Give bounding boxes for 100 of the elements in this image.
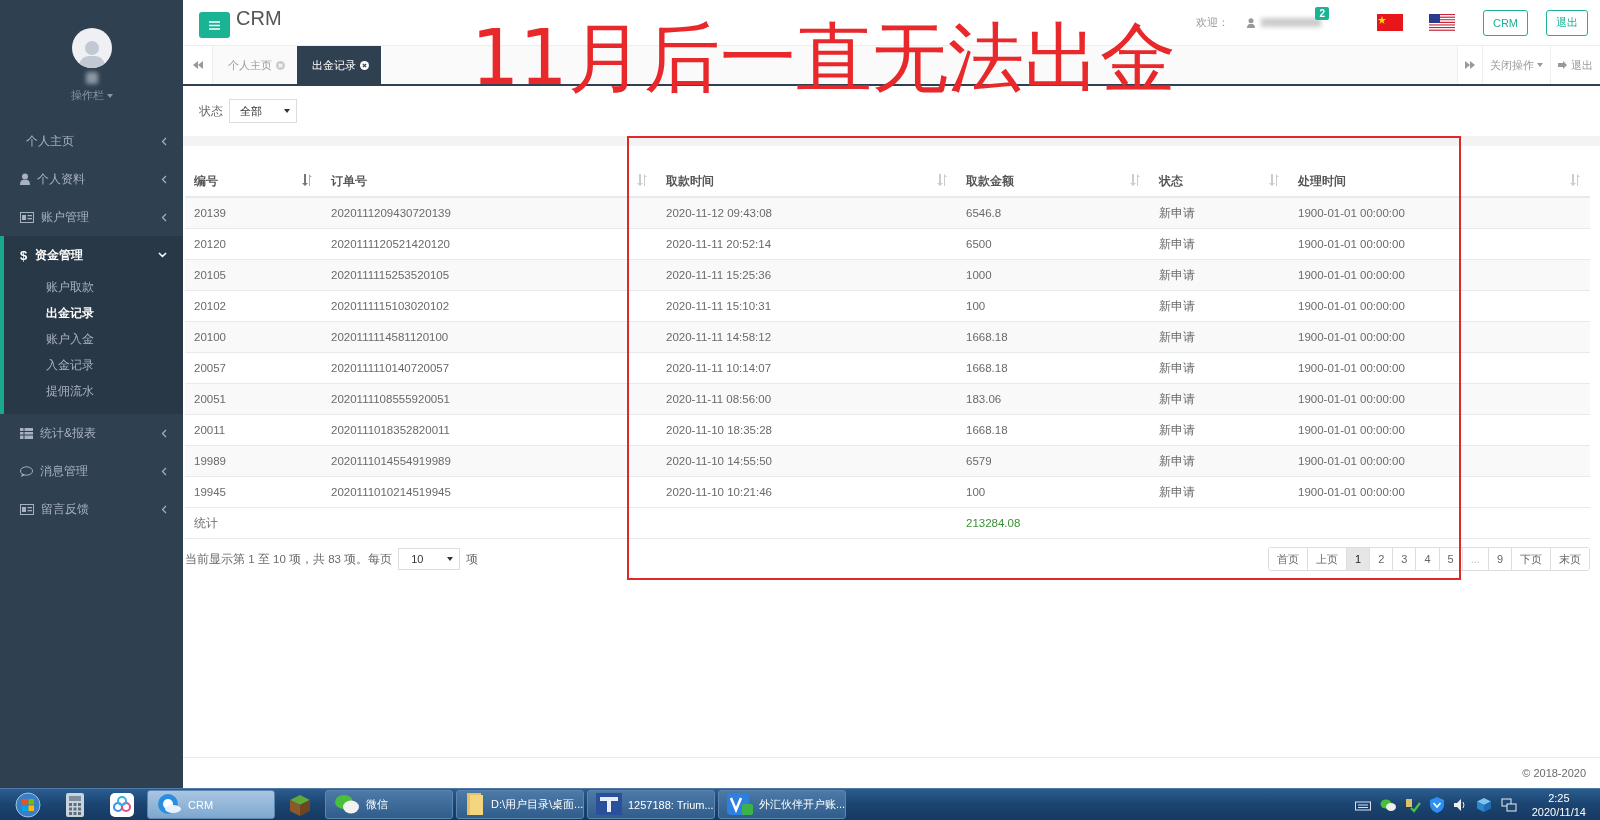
calculator-icon[interactable] [66, 792, 84, 817]
table-cell: 2020-11-11 14:58:12 [657, 322, 957, 353]
taskbar-button[interactable]: 微信 [325, 790, 453, 819]
scroll-left-button[interactable] [183, 46, 213, 84]
double-right-arrow-icon [1465, 61, 1475, 69]
table-cell: 2020-11-10 14:55:50 [657, 446, 957, 477]
table-cell: 2020-11-11 15:25:36 [657, 260, 957, 291]
grass-block-icon[interactable] [288, 792, 312, 817]
double-left-arrow-icon [192, 61, 203, 69]
blurred-name [85, 72, 98, 84]
pagination-suffix: 项 [466, 551, 479, 567]
sign-out-icon [1558, 61, 1568, 69]
menu-item[interactable]: 留言反馈 [0, 490, 183, 528]
user-menu[interactable]: 操作栏 [70, 88, 104, 103]
close-icon[interactable] [360, 60, 369, 70]
page-button[interactable]: 1 [1346, 548, 1370, 570]
pagination-info: 当前显示第 1 至 10 项，共 83 项。每页 [185, 551, 393, 567]
menu-item[interactable]: 账户管理 [0, 198, 183, 236]
browser-icon [156, 792, 182, 815]
annotation-text: 11月后一直无法出金 [471, 20, 1176, 96]
table-cell: 20051 [185, 384, 322, 415]
menu-item[interactable]: 消息管理 [0, 452, 183, 490]
sort-icon [1570, 174, 1580, 186]
page-button[interactable]: 末页 [1550, 548, 1589, 570]
chevron-left-icon [161, 466, 167, 476]
sort-icon [302, 174, 312, 186]
user-icon [20, 173, 30, 185]
logout-button[interactable]: 退出 [1550, 46, 1600, 84]
table-cell: 新申请 [1150, 446, 1289, 477]
close-menu-button[interactable]: 关闭操作 [1482, 46, 1550, 84]
table-cell: 20100 [185, 322, 322, 353]
notification-badge: 2 [1315, 6, 1329, 20]
taskbar-button[interactable]: 外汇伙伴开户账... [718, 790, 846, 819]
app-logo-icon [596, 792, 622, 815]
table-cell: 20139 [185, 198, 322, 229]
table-icon [20, 427, 33, 439]
table-cell: 1900-01-01 00:00:00 [1289, 322, 1590, 353]
china-flag-icon[interactable] [1376, 14, 1403, 31]
table-cell: 1900-01-01 00:00:00 [1289, 384, 1590, 415]
dollar-icon: $ [20, 247, 28, 263]
start-button[interactable] [15, 791, 41, 818]
caret-icon [106, 93, 113, 98]
us-flag-icon[interactable] [1428, 14, 1455, 31]
table-cell: 2020111209430720139 [322, 198, 657, 229]
menu-item[interactable]: 统计&报表 [0, 414, 183, 452]
network-check-icon [1404, 796, 1421, 813]
chat-bubbles-icon [1379, 797, 1396, 812]
clock-time: 2:25 [1548, 790, 1570, 805]
monitor-icon [1500, 797, 1517, 812]
table-cell: 1668.18 [957, 322, 1150, 353]
submenu-item[interactable]: 入金记录 [46, 352, 183, 378]
sort-icon [937, 174, 947, 186]
table-cell: 1000 [957, 260, 1150, 291]
table-cell: 2020-11-11 08:56:00 [657, 384, 957, 415]
table-cell: 19945 [185, 477, 322, 508]
chevron-left-icon [161, 136, 167, 146]
keyboard-icon [1354, 798, 1371, 811]
page-tab[interactable]: 出金记录 [297, 46, 381, 84]
taskbar-button[interactable]: 1257188: Trium... [587, 790, 715, 819]
total-amount: 213284.08 [957, 508, 1150, 539]
table-cell: 2020111114581120100 [322, 322, 657, 353]
chevron-left-icon [161, 212, 167, 222]
table-cell: 1900-01-01 00:00:00 [1289, 198, 1590, 229]
page-size-select[interactable]: 10 [398, 548, 461, 570]
chevron-left-icon [161, 174, 167, 184]
shield-icon [1429, 796, 1444, 813]
user-icon [1246, 17, 1255, 28]
table-cell: 6579 [957, 446, 1150, 477]
table-cell: 新申请 [1150, 260, 1289, 291]
submenu-item[interactable]: 账户入金 [46, 326, 183, 352]
app-title: CRM [236, 7, 282, 30]
cube-icon [1475, 796, 1492, 813]
chat-bubbles-icon [334, 792, 360, 815]
menu-item[interactable]: $ 资金管理 [4, 236, 183, 274]
table-cell: 新申请 [1150, 477, 1289, 508]
app-logo-icon [727, 792, 753, 815]
submenu-item[interactable]: 出金记录 [46, 300, 183, 326]
total-label: 统计 [185, 508, 322, 539]
status-select[interactable]: 全部 [229, 99, 297, 123]
submenu-item[interactable]: 提佣流水 [46, 378, 183, 404]
table-cell: 新申请 [1150, 198, 1289, 229]
id-card-icon [20, 503, 34, 515]
sort-icon [1130, 174, 1140, 186]
avatar[interactable] [71, 28, 112, 68]
sort-icon [1269, 174, 1279, 186]
chevron-down-icon [158, 252, 167, 258]
clock-date: 2020/11/14 [1531, 804, 1586, 819]
table-cell: 1900-01-01 00:00:00 [1289, 477, 1590, 508]
scroll-right-button[interactable] [1457, 46, 1482, 84]
table-cell: 1900-01-01 00:00:00 [1289, 446, 1590, 477]
table-cell: 新申请 [1150, 384, 1289, 415]
menu-item[interactable]: 个人资料 [0, 160, 183, 198]
submenu-item[interactable]: 账户取款 [46, 274, 183, 300]
taskbar-button[interactable]: D:\用户目录\桌面... [456, 790, 584, 819]
table-cell: 2020111014554919989 [322, 446, 657, 477]
cloud-app-icon[interactable] [110, 792, 134, 817]
table-cell: 2020111010214519945 [322, 477, 657, 508]
menu-item[interactable]: 个人主页 [0, 122, 183, 160]
menu-icon [209, 20, 220, 30]
chat-icon [20, 465, 33, 477]
